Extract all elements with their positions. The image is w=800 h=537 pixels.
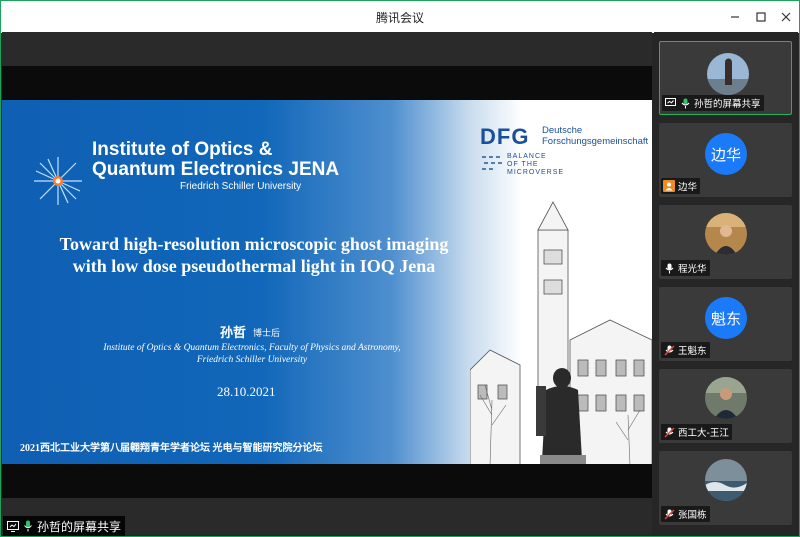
maximize-icon[interactable] [749, 6, 773, 28]
balance-line2: OF THE [507, 161, 539, 168]
affiliation-line2: Friedrich Schiller University [196, 355, 308, 365]
participant-tile-bianhua[interactable]: 边华 边华 [659, 123, 792, 197]
affiliation-line1: Institute of Optics & Quantum Electronic… [103, 343, 401, 353]
dfg-name: Deutsche Forschungsgemeinschaft [542, 125, 648, 147]
author-role: 博士后 [253, 329, 281, 339]
avatar: 魁东 [705, 297, 747, 339]
balance-logo-icon [482, 156, 502, 170]
microphone-muted-icon [663, 508, 675, 520]
microphone-icon [663, 262, 675, 274]
avatar [707, 53, 749, 95]
microphone-muted-icon [663, 344, 675, 356]
title-bar: 腾讯会议 [1, 1, 799, 33]
slide-date: 28.10.2021 [217, 384, 276, 399]
meeting-window: 腾讯会议 Institute of Optics & Quantum Elect… [0, 0, 800, 537]
participant-tile-zhangguodong[interactable]: 张国栋 [659, 451, 792, 525]
affiliation: Institute of Optics & Quantum Electronic… [62, 342, 442, 366]
letterbox-bottom [2, 464, 652, 498]
slide-title: Toward high-resolution microscopic ghost… [59, 234, 449, 276]
institute-name-line2: Quantum Electronics JENA [92, 159, 340, 180]
avatar: 边华 [705, 133, 747, 175]
statue-building-image [470, 201, 652, 466]
university-name: Friedrich Schiller University [180, 181, 302, 192]
dfg-line1: Deutsche [542, 125, 583, 136]
participant-tile-sunzhe[interactable]: 孙哲的屏幕共享 [659, 41, 792, 115]
avatar [705, 459, 747, 501]
screen-share-label-text: 孙哲的屏幕共享 [37, 519, 122, 534]
participant-label: 王魁东 [661, 342, 710, 358]
minimize-icon[interactable] [723, 6, 747, 28]
participant-label: 边华 [661, 178, 701, 194]
slide-footer: 2021西北工业大学第八届翱翔青年学者论坛 光电与智能研究院分论坛 [20, 443, 323, 454]
participant-name: 西工大-王江 [678, 428, 729, 439]
participant-panel: 孙哲的屏幕共享 边华 边华 程光华 魁东 王魁东 西工大-王江 张国栋 [654, 32, 798, 535]
dfg-logo: DFG [480, 124, 530, 149]
participant-name: 程光华 [678, 264, 707, 275]
avatar [705, 377, 747, 419]
participant-label: 孙哲的屏幕共享 [662, 95, 764, 111]
participant-label: 西工大-王江 [661, 424, 732, 440]
participant-tile-wangkuidong[interactable]: 魁东 王魁东 [659, 287, 792, 361]
participant-name: 边华 [678, 182, 698, 193]
participant-name: 张国栋 [678, 510, 707, 521]
participant-name: 孙哲的屏幕共享 [694, 99, 761, 110]
participant-label: 张国栋 [661, 506, 710, 522]
microphone-icon [679, 97, 691, 109]
avatar [705, 213, 747, 255]
balance-line1: BALANCE [507, 153, 547, 160]
shared-screen-area: Institute of Optics & Quantum Electronic… [2, 32, 652, 535]
screen-share-label[interactable]: 孙哲的屏幕共享 [3, 516, 126, 536]
dfg-line2: Forschungsgemeinschaft [542, 136, 649, 147]
balance-line3: MICROVERSE [507, 169, 565, 176]
presentation-slide: Institute of Optics & Quantum Electronic… [2, 100, 652, 466]
participant-tile-chengguanghua[interactable]: 程光华 [659, 205, 792, 279]
letterbox-top [2, 66, 652, 100]
screen-share-icon [7, 520, 19, 532]
participant-label: 程光华 [661, 260, 710, 276]
screen-share-icon [664, 97, 676, 109]
microphone-muted-icon [663, 426, 675, 438]
window-title: 腾讯会议 [375, 11, 424, 25]
participant-tile-wangjiang[interactable]: 西工大-王江 [659, 369, 792, 443]
balance-text: BALANCE OF THE MICROVERSE [507, 153, 564, 177]
user-icon [663, 180, 675, 192]
close-icon[interactable] [774, 6, 798, 28]
author-name: 孙哲 [220, 326, 247, 341]
institute-logo-icon [34, 157, 82, 205]
institute-name-line1: Institute of Optics & [92, 139, 273, 160]
microphone-icon [22, 520, 34, 532]
participant-name: 王魁东 [678, 346, 707, 357]
